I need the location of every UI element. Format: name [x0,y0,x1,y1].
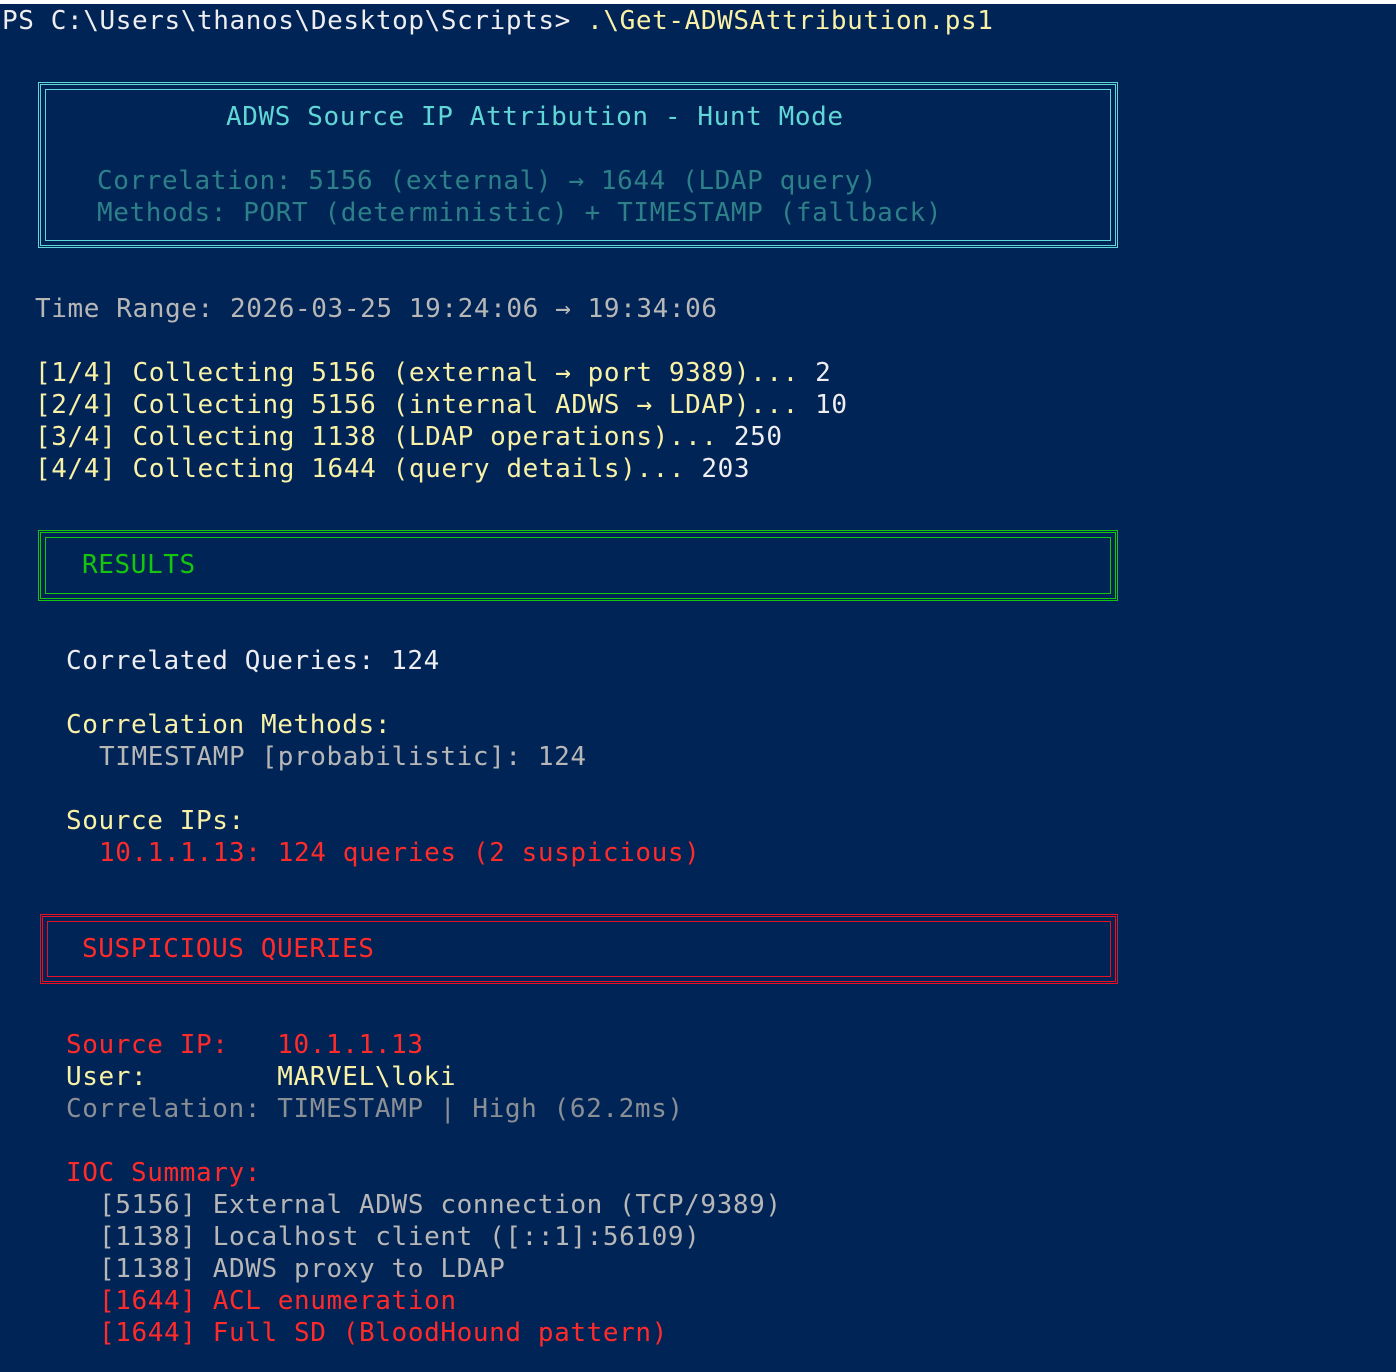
user-label: User: [66,1062,278,1092]
results-box [38,530,1118,601]
suspicious-user-line: User: MARVEL\loki [66,1061,456,1093]
step-count: 250 [733,422,783,452]
step-label: [3/4] Collecting 1138 (LDAP operations).… [35,422,734,452]
step-line: [2/4] Collecting 5156 (internal ADWS → L… [35,389,848,421]
suspicious-correlation-line: Correlation: TIMESTAMP | High (62.2ms) [66,1094,684,1124]
correlated-queries-line: Correlated Queries: 124 [66,645,440,677]
time-range: Time Range: 2026-03-25 19:24:06 → 19:34:… [35,294,718,324]
banner-correlation: Correlation: 5156 (external) → 1644 (LDA… [97,166,878,196]
prompt-line: PS C:\Users\thanos\Desktop\Scripts> .\Ge… [2,5,993,37]
suspicious-header: SUSPICIOUS QUERIES [82,934,375,964]
step-count: 203 [701,454,751,484]
ioc-item: [5156] External ADWS connection (TCP/938… [99,1190,782,1220]
suspicious-source-ip-line: Source IP: 10.1.1.13 [66,1029,424,1061]
ioc-item-high: [1644] ACL enumeration [99,1286,457,1316]
step-label: [2/4] Collecting 5156 (internal ADWS → L… [35,390,816,420]
source-ips-label: Source IPs: [66,806,245,836]
prompt-command: .\Get-ADWSAttribution.ps1 [587,6,994,36]
correlated-queries-value: 124 [391,646,440,676]
banner-title: ADWS Source IP Attribution - Hunt Mode [226,102,844,132]
step-count: 10 [815,390,848,420]
ioc-item: [1138] Localhost client ([::1]:56109) [99,1222,701,1252]
prompt-path: PS C:\Users\thanos\Desktop\Scripts> [2,6,588,36]
step-label: [1/4] Collecting 5156 (external → port 9… [35,358,816,388]
correlated-queries-label: Correlated Queries: [66,646,392,676]
ioc-item: [1138] ADWS proxy to LDAP [99,1254,506,1284]
window-top-edge [0,0,1396,4]
source-ip-value: 10.1.1.13 [277,1030,424,1060]
source-ip-item: 10.1.1.13: 124 queries (2 suspicious) [99,838,701,868]
correlation-method-item: TIMESTAMP [probabilistic]: 124 [99,742,587,772]
ioc-item-high: [1644] Full SD (BloodHound pattern) [99,1318,668,1348]
step-line: [4/4] Collecting 1644 (query details)...… [35,453,750,485]
source-ip-label: Source IP: [66,1030,278,1060]
step-line: [1/4] Collecting 5156 (external → port 9… [35,357,831,389]
results-header: RESULTS [82,550,196,580]
step-line: [3/4] Collecting 1138 (LDAP operations).… [35,421,783,453]
ioc-summary-label: IOC Summary: [66,1158,262,1188]
user-value: MARVEL\loki [277,1062,457,1092]
step-count: 2 [815,358,832,388]
correlation-methods-label: Correlation Methods: [66,710,392,740]
step-label: [4/4] Collecting 1644 (query details)... [35,454,702,484]
banner-methods: Methods: PORT (deterministic) + TIMESTAM… [97,198,943,228]
